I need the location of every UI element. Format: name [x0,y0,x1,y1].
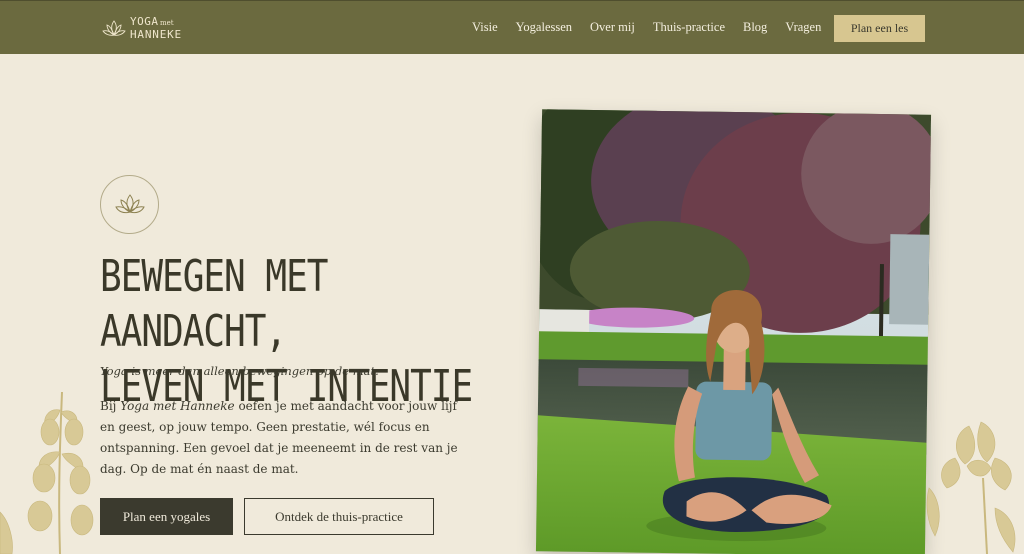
site-logo[interactable]: YOGA met HANNEKE [102,15,210,43]
yoga-meditation-photo [535,109,932,554]
nav-item-vragen[interactable]: Vragen [785,20,821,35]
botanical-decoration-right [926,421,1016,554]
main-menu: Visie Yogalessen Over mij Thuis-practice… [472,20,839,35]
plan-een-yogales-button[interactable]: Plan een yogales [100,498,233,535]
nav-item-blog[interactable]: Blog [743,20,767,35]
logo-word-hanneke: HANNEKE [130,28,182,41]
plan-een-les-button[interactable]: Plan een les [834,15,925,42]
top-navigation: YOGA met HANNEKE Visie Yogalessen Over m… [0,0,1024,54]
hero-description: Bij Yoga met Hanneke oefen je met aandac… [100,396,470,480]
nav-item-thuis-practice[interactable]: Thuis-practice [653,20,725,35]
ontdek-thuis-practice-button[interactable]: Ontdek de thuis-practice [244,498,434,535]
logo-wordmark: YOGA met HANNEKE [130,15,210,43]
hero-headline: BEWEGEN MET AANDACHT, LEVEN MET INTENTIE [100,250,520,416]
nav-item-yogalessen[interactable]: Yogalessen [516,20,572,35]
nav-item-over-mij[interactable]: Over mij [590,20,635,35]
description-brand: Yoga met Hanneke [120,399,235,413]
headline-line-1: BEWEGEN MET AANDACHT, [100,252,328,357]
logo-word-met: met [160,19,174,27]
lotus-badge [100,175,159,234]
botanical-decoration-left [0,392,94,554]
description-prefix: Bij [100,399,121,413]
hero-tagline: Yoga is meer dan alleen bewegingen op de… [100,364,379,378]
hero-photo [535,109,932,554]
lotus-icon [102,20,126,36]
lotus-icon [114,193,145,213]
nav-item-visie[interactable]: Visie [472,20,498,35]
logo-word-yoga: YOGA [130,15,159,28]
